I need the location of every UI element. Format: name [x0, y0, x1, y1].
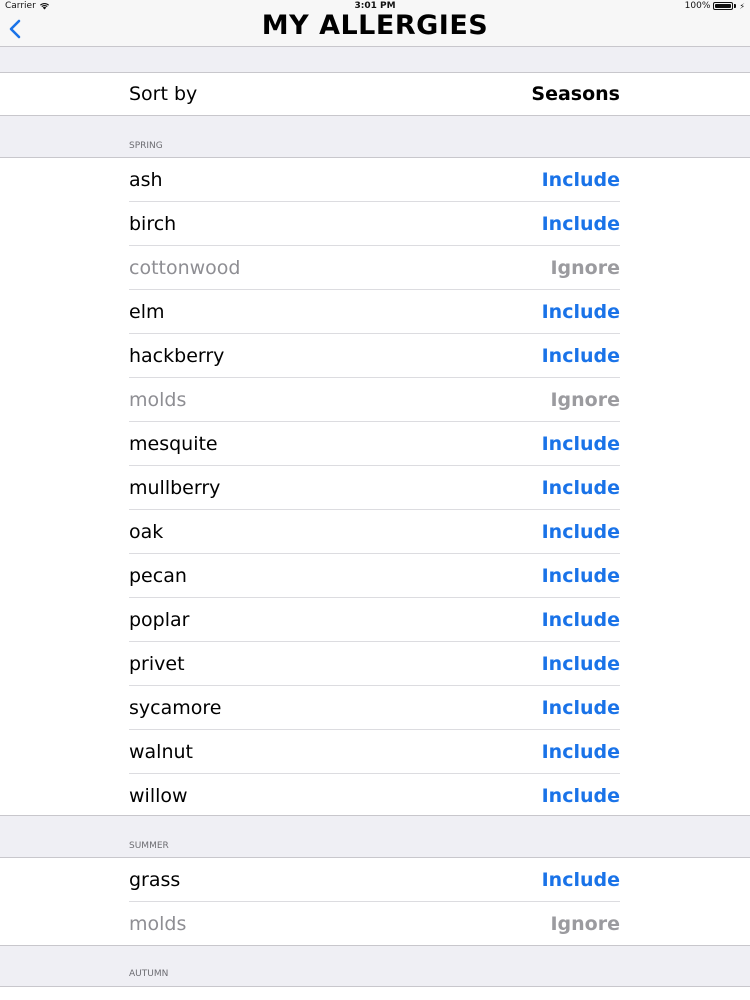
item-name: elm [129, 301, 165, 323]
item-name: pecan [129, 565, 187, 587]
battery-percent: 100% [684, 1, 711, 11]
list-item: privet Include [0, 642, 750, 686]
screen: Carrier 3:01 PM 100% ⚡ MY ALLERGIES Sort… [0, 0, 750, 1000]
include-button[interactable]: Include [542, 686, 620, 730]
include-button[interactable]: Include [542, 858, 620, 902]
navigation-bar: MY ALLERGIES [0, 12, 750, 47]
section-header-spring: SPRING [129, 141, 163, 151]
list-item: willow Include [0, 774, 750, 818]
charging-icon: ⚡ [739, 1, 745, 11]
list-item: ash Include [0, 158, 750, 202]
list-item: oak Include [0, 510, 750, 554]
item-name: cottonwood [129, 257, 241, 279]
section-autumn [0, 986, 750, 1000]
include-button[interactable]: Include [542, 598, 620, 642]
section-summer: grass Include molds Ignore [0, 857, 750, 946]
list-item: hackberry Include [0, 334, 750, 378]
ignore-button[interactable]: Ignore [550, 378, 620, 422]
item-name: ash [129, 169, 163, 191]
list-item: mullberry Include [0, 466, 750, 510]
item-name: grass [129, 869, 181, 891]
item-name: oak [129, 521, 164, 543]
list-item: molds Ignore [0, 378, 750, 422]
battery-tip [734, 4, 737, 8]
item-name: privet [129, 653, 185, 675]
item-name: mullberry [129, 477, 221, 499]
item-name: birch [129, 213, 177, 235]
include-button[interactable]: Include [542, 466, 620, 510]
list-item: walnut Include [0, 730, 750, 774]
include-button[interactable]: Include [542, 290, 620, 334]
include-button[interactable]: Include [542, 158, 620, 202]
sort-by-row[interactable]: Sort by Seasons [0, 72, 750, 116]
item-name: molds [129, 913, 187, 935]
include-button[interactable]: Include [542, 642, 620, 686]
sort-by-label: Sort by [129, 83, 198, 105]
include-button[interactable]: Include [542, 730, 620, 774]
list-item: birch Include [0, 202, 750, 246]
include-button[interactable]: Include [542, 422, 620, 466]
page-title: MY ALLERGIES [261, 10, 489, 41]
section-header-autumn: AUTUMN [129, 969, 169, 979]
list-item: cottonwood Ignore [0, 246, 750, 290]
item-name: willow [129, 785, 188, 807]
include-button[interactable]: Include [542, 510, 620, 554]
status-right: 100% ⚡ [685, 1, 745, 11]
item-name: sycamore [129, 697, 222, 719]
include-button[interactable]: Include [542, 774, 620, 818]
ignore-button[interactable]: Ignore [550, 902, 620, 946]
list-item: pecan Include [0, 554, 750, 598]
item-name: mesquite [129, 433, 218, 455]
section-header-summer: SUMMER [129, 841, 169, 851]
item-name: walnut [129, 741, 193, 763]
sort-by-value[interactable]: Seasons [531, 73, 620, 115]
item-name: poplar [129, 609, 190, 631]
list-item: molds Ignore [0, 902, 750, 946]
include-button[interactable]: Include [542, 334, 620, 378]
item-name: hackberry [129, 345, 225, 367]
include-button[interactable]: Include [542, 554, 620, 598]
list-item: mesquite Include [0, 422, 750, 466]
ignore-button[interactable]: Ignore [550, 246, 620, 290]
list-item: poplar Include [0, 598, 750, 642]
item-name: molds [129, 389, 187, 411]
list-item: grass Include [0, 858, 750, 902]
battery-icon [713, 2, 734, 10]
list-item: sycamore Include [0, 686, 750, 730]
include-button[interactable]: Include [542, 202, 620, 246]
section-spring: ash Include birch Include cottonwood Ignore… [0, 157, 750, 816]
list-item: elm Include [0, 290, 750, 334]
